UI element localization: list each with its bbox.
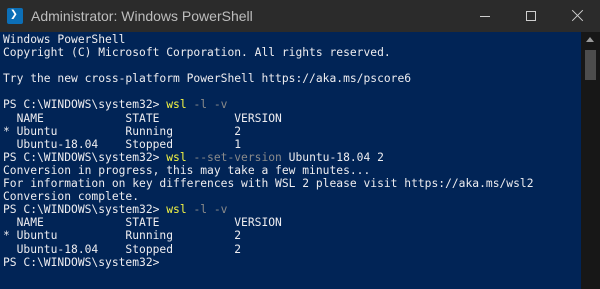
prompt-line: PS C:\WINDOWS\system32> xyxy=(3,256,581,269)
output-line: For information on key differences with … xyxy=(3,177,534,191)
command-name: wsl xyxy=(166,98,187,112)
command-name: wsl xyxy=(166,203,187,217)
prompt: PS C:\WINDOWS\system32> xyxy=(3,255,167,269)
title-bar[interactable]: ❯_ Administrator: Windows PowerShell xyxy=(0,0,600,32)
command-name: wsl xyxy=(166,150,187,164)
vertical-scrollbar[interactable] xyxy=(581,32,600,289)
close-button[interactable] xyxy=(554,0,600,32)
output-line: NAME STATE VERSION xyxy=(3,216,282,230)
output-line: * Ubuntu Running 2 xyxy=(3,229,242,243)
minimize-button[interactable] xyxy=(462,0,508,32)
output-line: Try the new cross-platform PowerShell ht… xyxy=(3,72,412,86)
scroll-up-arrow-icon[interactable] xyxy=(586,37,594,42)
output-line: Ubuntu-18.04 Stopped 2 xyxy=(3,242,242,256)
command-parameters: -l -v xyxy=(186,98,228,112)
prompt: PS C:\WINDOWS\system32> xyxy=(3,150,167,164)
command-parameters: -l -v xyxy=(186,203,228,217)
command-arguments: Ubuntu-18.04 2 xyxy=(281,150,384,164)
console-output[interactable]: Windows PowerShell Copyright (C) Microsof… xyxy=(0,32,581,289)
powershell-window: ❯_ Administrator: Windows PowerShell Win… xyxy=(0,0,600,289)
powershell-icon-glyph: ❯_ xyxy=(10,8,18,24)
maximize-button[interactable] xyxy=(508,0,554,32)
command-parameters: --set-version xyxy=(186,150,282,164)
output-line: NAME STATE VERSION xyxy=(3,111,282,125)
output-line: Copyright (C) Microsoft Corporation. All… xyxy=(3,46,391,60)
prompt: PS C:\WINDOWS\system32> xyxy=(3,98,167,112)
output-line: Conversion in progress, this may take a … xyxy=(3,163,371,177)
window-title: Administrator: Windows PowerShell xyxy=(31,8,253,24)
maximize-icon xyxy=(526,11,536,21)
output-line: Windows PowerShell xyxy=(3,33,126,46)
powershell-icon: ❯_ xyxy=(7,8,23,24)
prompt-line: PS C:\WINDOWS\system32> wsl -l -v xyxy=(3,98,581,111)
minimize-icon xyxy=(480,16,490,17)
output-line: Conversion complete. xyxy=(3,190,140,204)
prompt: PS C:\WINDOWS\system32> xyxy=(3,203,167,217)
scroll-thumb[interactable] xyxy=(585,50,596,80)
prompt-line: PS C:\WINDOWS\system32> wsl --set-versio… xyxy=(3,151,581,164)
output-line: Ubuntu-18.04 Stopped 1 xyxy=(3,137,242,151)
output-line: * Ubuntu Running 2 xyxy=(3,124,242,138)
close-icon xyxy=(571,9,584,22)
prompt-line: PS C:\WINDOWS\system32> wsl -l -v xyxy=(3,203,581,216)
